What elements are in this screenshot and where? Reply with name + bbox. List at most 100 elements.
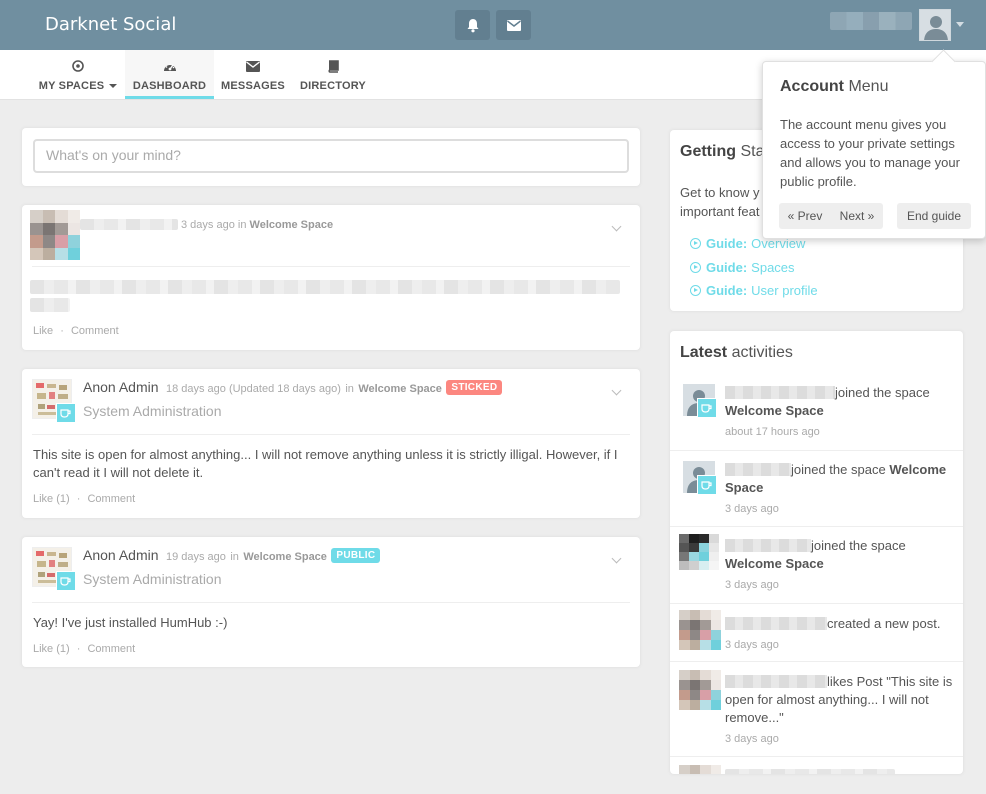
post-space-link[interactable]: Welcome Space [358, 383, 442, 395]
account-menu-caret[interactable] [956, 22, 964, 27]
post-card: Anon Admin 18 days ago (Updated 18 days … [22, 369, 640, 518]
panel-title-rest: activities [731, 344, 793, 361]
post-time[interactable]: 3 days ago [181, 219, 235, 231]
nav-dashboard[interactable]: DASHBOARD [125, 50, 214, 99]
separator: · [76, 493, 81, 505]
account-menu-tour-popover: Account Menu The account menu gives you … [762, 61, 986, 239]
space-icon [697, 398, 717, 418]
activity-space: Space [725, 480, 764, 495]
post-header: Anon Admin 19 days ago in Welcome Space … [83, 547, 381, 565]
activity-item[interactable]: joined the space Welcome Space 3 days ag… [670, 450, 963, 526]
separator: · [60, 325, 64, 337]
author-name[interactable]: Anon Admin [83, 379, 159, 395]
user-name-pixelated [725, 463, 791, 476]
user-avatar[interactable] [679, 610, 721, 650]
space-icon[interactable] [56, 571, 76, 591]
nav-dashboard-label: DASHBOARD [132, 80, 207, 92]
tour-nav-group: « Prev Next » [779, 203, 883, 229]
post-menu-chevron-icon[interactable] [611, 553, 622, 564]
guide-label: User profile [751, 283, 818, 298]
guide-label: Spaces [751, 260, 795, 275]
activity-time: about 17 hours ago [725, 426, 820, 438]
post-meta-in: in [230, 551, 239, 563]
sticked-badge: STICKED [446, 380, 503, 396]
nav-messages[interactable]: MESSAGES [220, 50, 286, 99]
user-avatar[interactable] [679, 765, 721, 774]
activity-action: joined the space [835, 385, 930, 400]
username-pixelated[interactable] [830, 12, 912, 30]
comment-link[interactable]: Comment [87, 493, 135, 505]
nav-my-spaces[interactable]: MY SPACES [37, 50, 119, 99]
notifications-button[interactable] [455, 10, 490, 40]
brand-title[interactable]: Darknet Social [45, 14, 176, 35]
activity-text: joined the space Welcome Space 3 days ag… [725, 537, 954, 594]
post-card: Anon Admin 19 days ago in Welcome Space … [22, 537, 640, 667]
activity-text-pixelated [725, 769, 895, 774]
messages-button[interactable] [496, 10, 531, 40]
post-text-pixelated [30, 280, 620, 294]
activity-time: 3 days ago [725, 639, 779, 651]
user-name-pixelated [725, 539, 811, 552]
post-space-link[interactable]: Welcome Space [243, 551, 327, 563]
activity-space: Welcome Space [725, 403, 824, 418]
activity-item[interactable]: created a new post. 3 days ago [670, 603, 963, 661]
nav-messages-label: MESSAGES [221, 80, 285, 92]
guide-user-profile-link[interactable]: Guide: User profile [690, 283, 818, 298]
like-link[interactable]: Like (1) [33, 493, 70, 505]
post-meta-in: in [345, 383, 354, 395]
post-menu-chevron-icon[interactable] [611, 221, 622, 232]
play-circle-icon [690, 285, 701, 296]
top-navbar: Darknet Social [0, 0, 986, 50]
activity-time: 3 days ago [725, 579, 779, 591]
envelope-icon [246, 60, 260, 72]
activity-item[interactable]: likes Post "This site is open for almost… [670, 661, 963, 756]
popover-title: Account Menu [780, 78, 888, 96]
comment-link[interactable]: Comment [71, 325, 119, 337]
post-actions: Like (1) · Comment [33, 493, 135, 505]
tour-prev-button[interactable]: « Prev [788, 209, 823, 223]
activity-text: likes Post "This site is open for almost… [725, 673, 954, 748]
like-link[interactable]: Like [33, 325, 53, 337]
author-title: System Administration [83, 571, 222, 587]
activity-item[interactable]: joined the space Welcome Space 3 days ag… [670, 526, 963, 603]
user-avatar[interactable] [679, 534, 719, 570]
like-link[interactable]: Like (1) [33, 643, 70, 655]
post-text-pixelated [30, 298, 70, 312]
guide-spaces-link[interactable]: Guide: Spaces [690, 260, 795, 275]
coffee-cup-icon [60, 409, 71, 418]
author-name-pixelated[interactable] [80, 219, 178, 230]
activity-item[interactable] [670, 756, 963, 774]
post-time[interactable]: 18 days ago (Updated 18 days ago) [166, 383, 341, 395]
user-avatar[interactable] [919, 9, 951, 41]
post-actions: Like (1) · Comment [33, 643, 135, 655]
activity-action: joined the space [791, 462, 886, 477]
user-name-pixelated [725, 617, 827, 630]
post-menu-chevron-icon[interactable] [611, 385, 622, 396]
space-icon[interactable] [56, 403, 76, 423]
nav-directory-label: DIRECTORY [300, 80, 366, 92]
nav-my-spaces-label: MY SPACES [38, 80, 105, 92]
user-name-pixelated [725, 675, 827, 688]
nav-directory[interactable]: DIRECTORY [297, 50, 369, 99]
activity-text: joined the space Welcome Space about 17 … [725, 384, 954, 441]
post-meta: 3 days ago in Welcome Space [181, 219, 333, 231]
bell-icon [467, 18, 478, 32]
tour-end-guide-button[interactable]: End guide [897, 203, 971, 229]
public-badge: PUBLIC [331, 548, 381, 564]
post-space-link[interactable]: Welcome Space [250, 219, 334, 231]
post-time[interactable]: 19 days ago [166, 551, 226, 563]
intro-line: important feat [680, 204, 760, 219]
author-avatar[interactable] [30, 210, 80, 260]
activity-space: Welcome [889, 462, 947, 477]
user-avatar[interactable] [679, 670, 721, 710]
panel-title-rest: Sta [740, 143, 765, 160]
activity-item[interactable]: joined the space Welcome Space about 17 … [670, 373, 963, 450]
play-circle-icon [690, 262, 701, 273]
tour-next-button[interactable]: Next » [840, 209, 875, 223]
author-name[interactable]: Anon Admin [83, 547, 159, 563]
whats-on-your-mind-input[interactable]: What's on your mind? [33, 139, 629, 173]
comment-link[interactable]: Comment [87, 643, 135, 655]
divider [32, 266, 630, 267]
book-icon [328, 59, 339, 73]
getting-started-intro: Get to know y important feat [680, 183, 760, 221]
